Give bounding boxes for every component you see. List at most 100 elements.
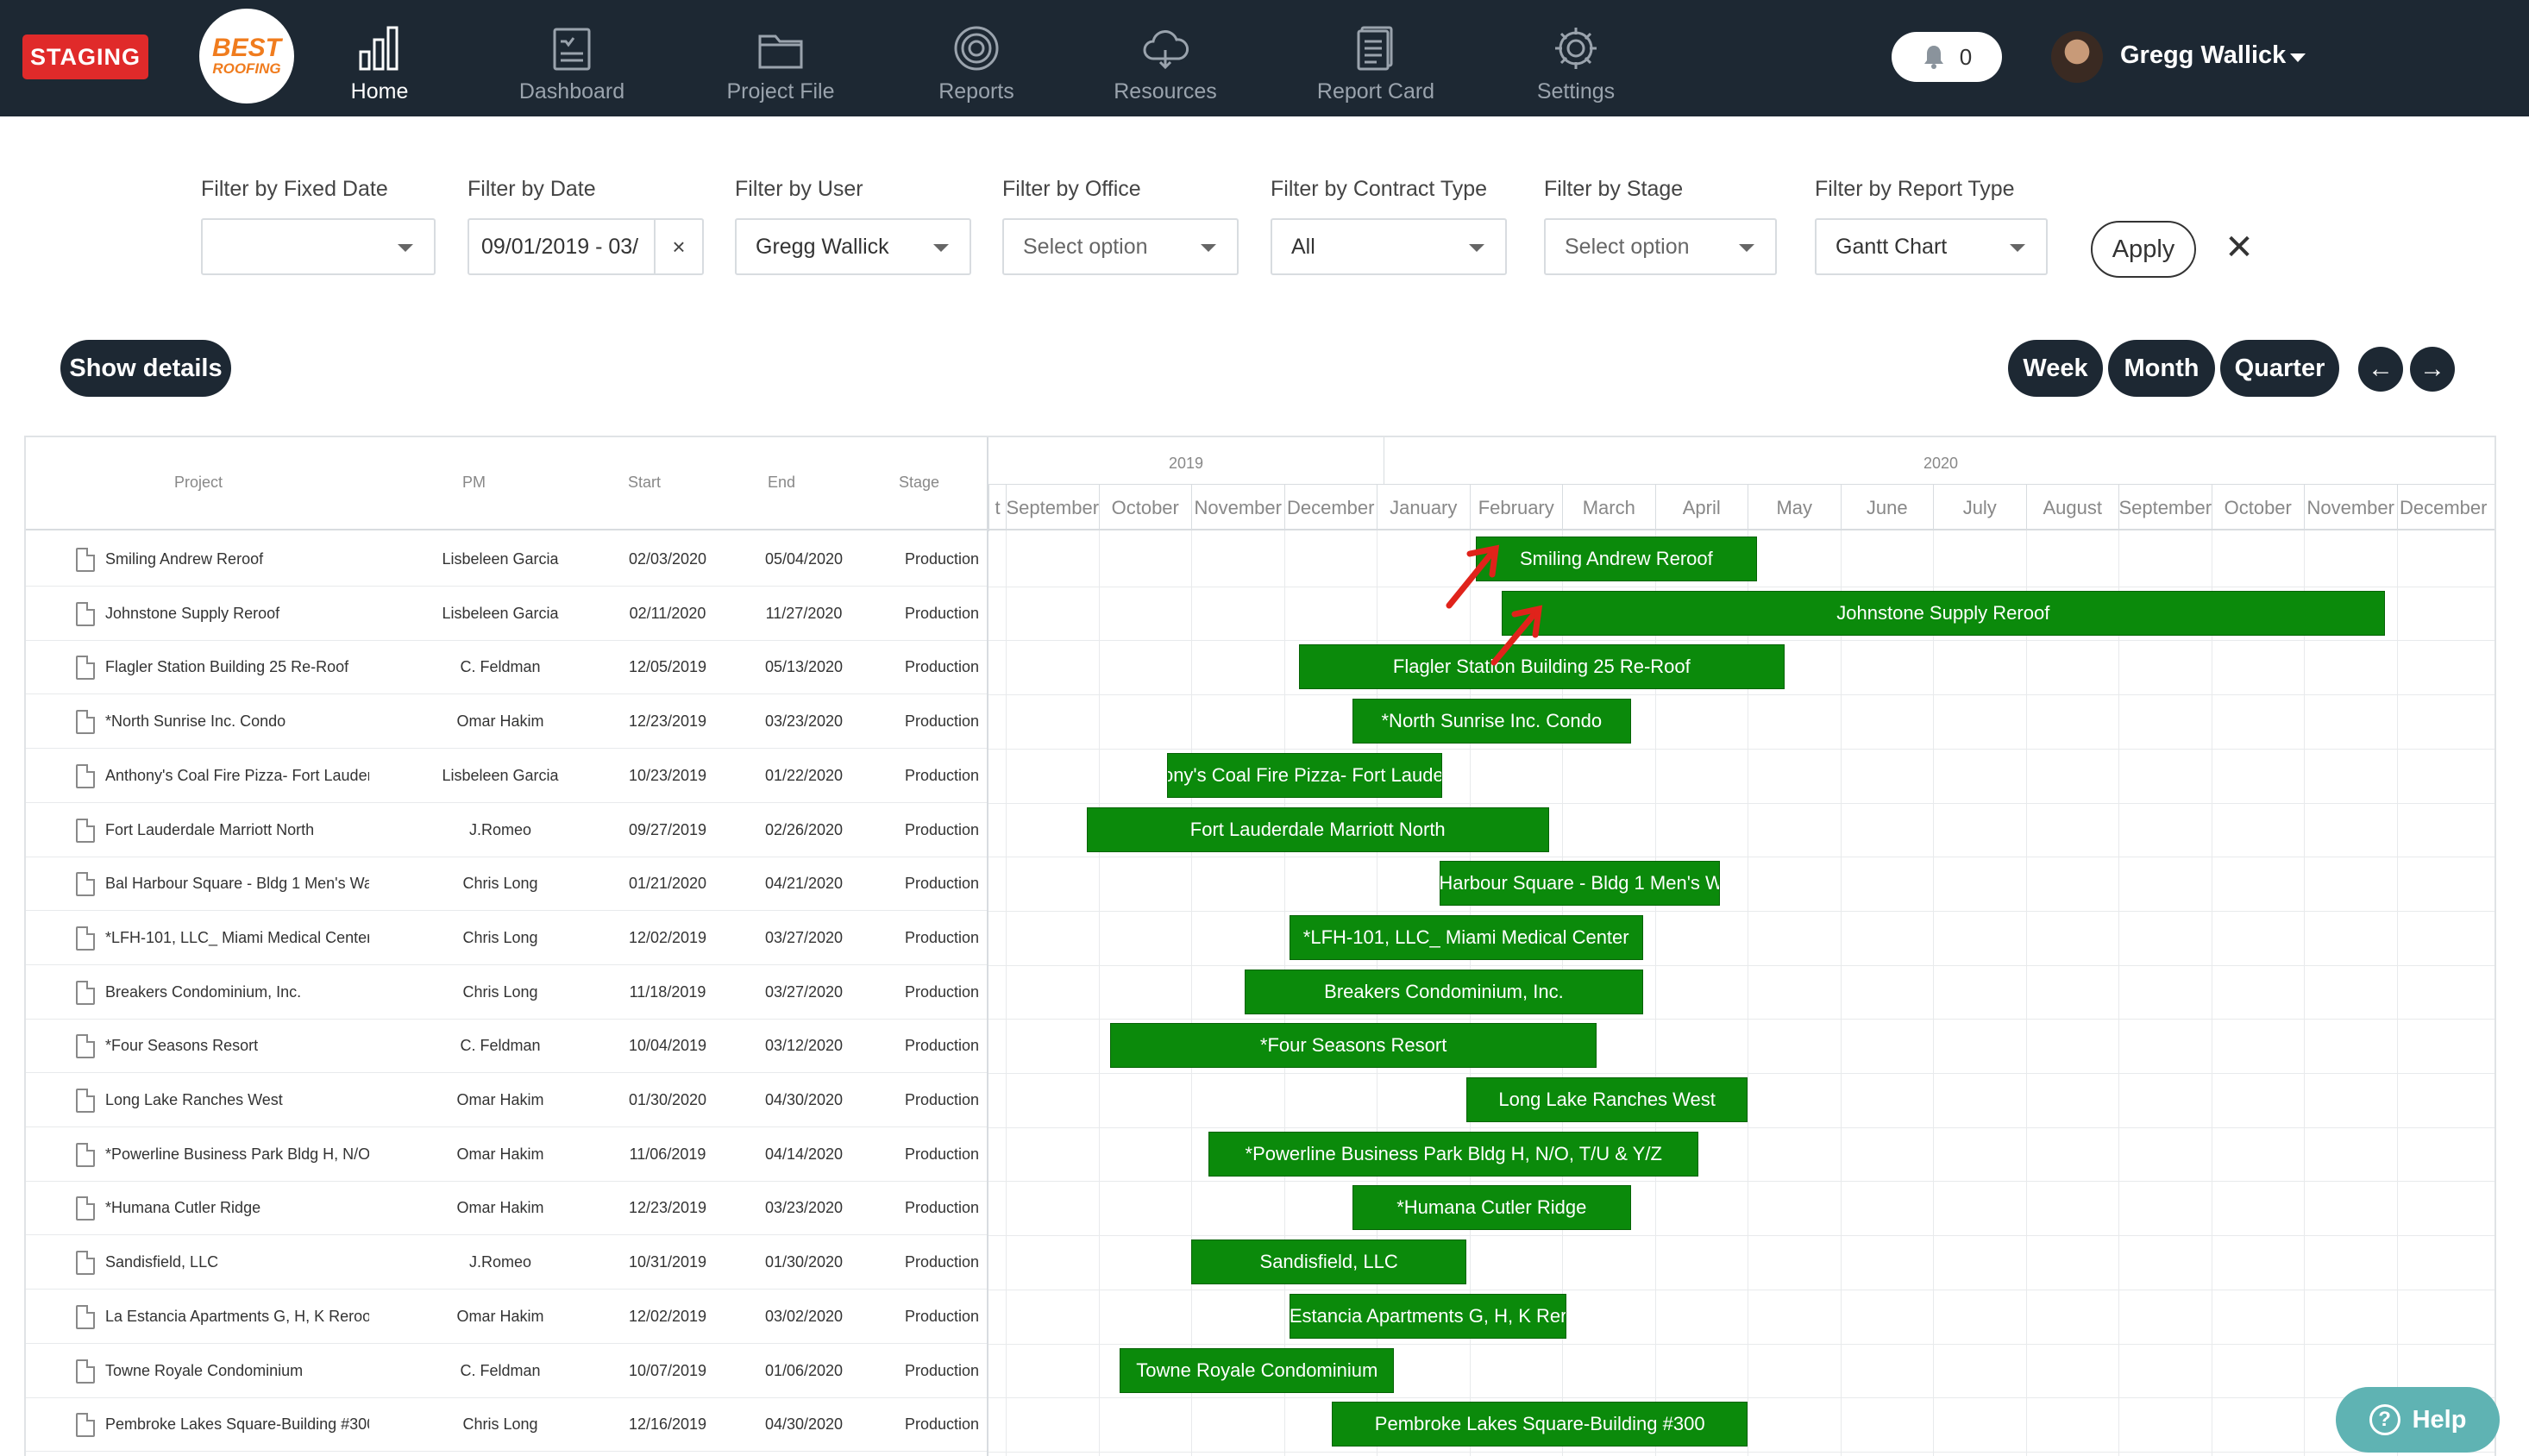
clear-date-icon[interactable]: × xyxy=(654,220,702,273)
task-bar[interactable]: Pembroke Lakes Square-Building #300 xyxy=(1332,1402,1748,1447)
user-select[interactable]: Gregg Wallick xyxy=(735,218,971,275)
document-icon[interactable] xyxy=(76,656,95,681)
month-label: September xyxy=(1006,485,1099,531)
table-row[interactable]: Towne Royale Condominium C. Feldman 10/07/… xyxy=(26,1344,987,1398)
pm-name: C. Feldman xyxy=(460,1037,541,1055)
nav-reports[interactable]: Reports xyxy=(925,24,1028,107)
project-name[interactable]: *Powerline Business Park Bldg H, N/O, T/… xyxy=(105,1145,369,1164)
document-icon[interactable] xyxy=(76,710,95,735)
nav-report-card-label: Report Card xyxy=(1316,79,1435,104)
document-icon[interactable] xyxy=(76,926,95,951)
avatar[interactable] xyxy=(2051,31,2103,83)
task-bar[interactable]: *LFH-101, LLC_ Miami Medical Center xyxy=(1289,914,1643,960)
document-icon[interactable] xyxy=(76,818,95,843)
table-row[interactable]: Flagler Station Building 25 Re-Roof C. Fe… xyxy=(26,640,987,695)
task-bar[interactable]: *Four Seasons Resort xyxy=(1110,1023,1597,1069)
document-icon[interactable] xyxy=(76,1304,95,1329)
task-bar[interactable]: Long Lake Ranches West xyxy=(1466,1077,1748,1122)
task-bar[interactable]: *Humana Cutler Ridge xyxy=(1352,1185,1631,1231)
project-name[interactable]: Pembroke Lakes Square-Building #300 xyxy=(105,1415,369,1434)
project-name[interactable]: *North Sunrise Inc. Condo xyxy=(105,712,369,731)
filter-stage: Filter by Stage Select option xyxy=(1544,177,1777,275)
nav-settings[interactable]: Settings xyxy=(1528,24,1623,107)
stage-select[interactable]: Select option xyxy=(1544,218,1777,275)
nav-project-file[interactable]: Project File xyxy=(723,24,838,107)
user-name[interactable]: Gregg Wallick xyxy=(2120,41,2286,70)
project-name[interactable]: La Estancia Apartments G, H, K Reroof xyxy=(105,1308,369,1326)
task-bar[interactable]: Sandisfield, LLC xyxy=(1191,1239,1467,1285)
chevron-down-icon[interactable] xyxy=(2290,53,2306,62)
task-bar[interactable]: Anthony's Coal Fire Pizza- Fort Lauderda… xyxy=(1167,752,1443,798)
week-view-button[interactable]: Week xyxy=(2008,340,2103,397)
nav-resources[interactable]: Resources xyxy=(1108,24,1223,107)
task-bar[interactable]: La Estancia Apartments G, H, K Reroof xyxy=(1289,1293,1567,1339)
document-icon[interactable] xyxy=(76,1142,95,1167)
fixed-date-select[interactable] xyxy=(201,218,436,275)
month-view-button[interactable]: Month xyxy=(2108,340,2215,397)
office-select[interactable]: Select option xyxy=(1002,218,1239,275)
table-row[interactable]: Pembroke Lakes Square-Building #300 Chris… xyxy=(26,1397,987,1453)
document-icon[interactable] xyxy=(76,1251,95,1276)
contract-type-select[interactable]: All xyxy=(1271,218,1507,275)
task-bar[interactable]: Johnstone Supply Reroof xyxy=(1502,590,2385,636)
project-name[interactable]: Bal Harbour Square - Bldg 1 Men's Wash xyxy=(105,875,369,893)
project-name[interactable]: *Humana Cutler Ridge xyxy=(105,1199,369,1217)
table-row[interactable]: Breakers Condominium, Inc. Chris Long 11/1… xyxy=(26,965,987,1020)
table-row[interactable]: Sandisfield, LLC J.Romeo 10/31/2019 01/30/2… xyxy=(26,1235,987,1290)
nav-report-card[interactable]: Report Card xyxy=(1309,24,1442,107)
project-name[interactable]: *LFH-101, LLC_ Miami Medical Center xyxy=(105,929,369,947)
project-name[interactable]: Johnstone Supply Reroof xyxy=(105,605,369,623)
apply-button[interactable]: Apply xyxy=(2091,221,2196,278)
quarter-view-button[interactable]: Quarter xyxy=(2220,340,2339,397)
task-bar[interactable]: Towne Royale Condominium xyxy=(1120,1347,1395,1393)
clear-filters-icon[interactable]: ✕ xyxy=(2222,226,2256,269)
help-button[interactable]: ? Help xyxy=(2336,1387,2500,1453)
table-row[interactable]: Anthony's Coal Fire Pizza- Fort Lauderda… xyxy=(26,749,987,803)
document-icon[interactable] xyxy=(76,548,95,572)
project-name[interactable]: Smiling Andrew Reroof xyxy=(105,550,369,568)
task-bar[interactable]: Bal Harbour Square - Bldg 1 Men's Wash xyxy=(1440,861,1720,907)
project-name[interactable]: Flagler Station Building 25 Re-Roof xyxy=(105,658,369,676)
prev-period-button[interactable]: ← xyxy=(2358,347,2403,392)
task-bar[interactable]: *North Sunrise Inc. Condo xyxy=(1352,699,1631,744)
task-bar[interactable]: Breakers Condominium, Inc. xyxy=(1245,969,1643,1014)
nav-home[interactable]: Home xyxy=(345,24,414,107)
table-row[interactable]: Bal Harbour Square - Bldg 1 Men's Wash Ch… xyxy=(26,857,987,912)
project-name[interactable]: *Four Seasons Resort xyxy=(105,1037,369,1055)
nav-dashboard[interactable]: Dashboard xyxy=(514,24,630,107)
document-icon[interactable] xyxy=(76,980,95,1005)
project-name[interactable]: Fort Lauderdale Marriott North xyxy=(105,821,369,839)
document-icon[interactable] xyxy=(76,1413,95,1438)
project-name[interactable]: Anthony's Coal Fire Pizza- Fort Lauderda… xyxy=(105,767,369,785)
table-row[interactable]: Fort Lauderdale Marriott North J.Romeo 09/… xyxy=(26,803,987,857)
table-row[interactable]: La Estancia Apartments G, H, K Reroof Oma… xyxy=(26,1290,987,1344)
document-icon[interactable] xyxy=(76,1359,95,1384)
notifications-button[interactable]: 0 xyxy=(1892,32,2002,82)
table-row[interactable]: *LFH-101, LLC_ Miami Medical Center Chris… xyxy=(26,911,987,965)
table-row[interactable]: *Humana Cutler Ridge Omar Hakim 12/23/2019… xyxy=(26,1181,987,1236)
table-row[interactable]: *Powerline Business Park Bldg H, N/O, T/… xyxy=(26,1127,987,1182)
table-row[interactable]: Long Lake Ranches West Omar Hakim 01/30/20… xyxy=(26,1073,987,1127)
project-name[interactable]: Breakers Condominium, Inc. xyxy=(105,983,369,1001)
table-row[interactable]: Smiling Andrew Reroof Lisbeleen Garcia 02/… xyxy=(26,532,987,587)
start-date: 09/27/2019 xyxy=(628,820,707,838)
project-name[interactable]: Towne Royale Condominium xyxy=(105,1362,369,1380)
document-icon[interactable] xyxy=(76,1089,95,1113)
task-bar[interactable]: *Powerline Business Park Bldg H, N/O, T/… xyxy=(1208,1131,1699,1177)
show-details-button[interactable]: Show details xyxy=(60,340,231,397)
document-icon[interactable] xyxy=(76,601,95,626)
document-icon[interactable] xyxy=(76,1034,95,1059)
company-logo[interactable]: BEST ROOFING xyxy=(199,9,294,104)
project-name[interactable]: Long Lake Ranches West xyxy=(105,1091,369,1109)
table-row[interactable]: Johnstone Supply Reroof Lisbeleen Garcia 0… xyxy=(26,587,987,641)
project-name[interactable]: Sandisfield, LLC xyxy=(105,1253,369,1271)
date-range-input[interactable]: 09/01/2019 - 03/ × xyxy=(468,218,704,275)
next-period-button[interactable]: → xyxy=(2410,347,2455,392)
document-icon[interactable] xyxy=(76,763,95,788)
table-row[interactable]: *North Sunrise Inc. Condo Omar Hakim 12/23… xyxy=(26,694,987,750)
task-bar[interactable]: Fort Lauderdale Marriott North xyxy=(1086,806,1549,852)
report-type-select[interactable]: Gantt Chart xyxy=(1815,218,2048,275)
document-icon[interactable] xyxy=(76,1196,95,1221)
table-row[interactable]: *Four Seasons Resort C. Feldman 10/04/2019… xyxy=(26,1019,987,1074)
document-icon[interactable] xyxy=(76,872,95,897)
